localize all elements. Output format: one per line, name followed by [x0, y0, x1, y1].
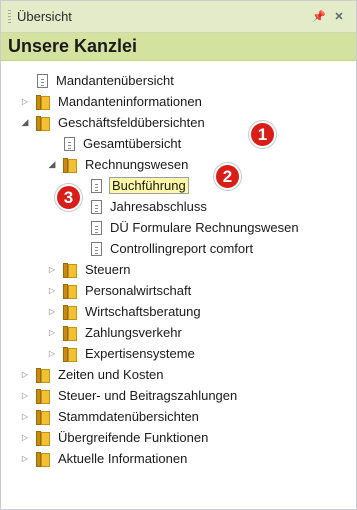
collapse-arrow-icon[interactable]: ◢: [46, 159, 58, 170]
tree-item-mandanteninformationen[interactable]: ▷ Mandanteninformationen: [19, 91, 202, 112]
document-icon: [91, 220, 102, 235]
tree-item-wirtschaftsberatung[interactable]: ▷ Wirtschaftsberatung: [46, 301, 201, 322]
tree-item-label: Gesamtübersicht: [83, 136, 182, 151]
tree-item-personalwirtschaft[interactable]: ▷ Personalwirtschaft: [46, 280, 191, 301]
expand-arrow-icon[interactable]: ▷: [19, 412, 31, 421]
tree-item-label: Zeiten und Kosten: [58, 367, 164, 382]
tree-item-label: Mandanteninformationen: [58, 94, 202, 109]
tree-item-label: Buchführung: [109, 177, 189, 194]
tree-item-label: Controllingreport comfort: [110, 241, 254, 256]
callout-badge-3: 3: [55, 184, 82, 211]
tree-item-label: Rechnungswesen: [85, 157, 189, 172]
folder-icon: [63, 283, 77, 299]
folder-icon: [63, 262, 77, 278]
document-icon: [64, 136, 75, 151]
panel-titlebar: Übersicht 📌 ✕: [1, 1, 356, 33]
tree-item-due-formulare[interactable]: DÜ Formulare Rechnungswesen: [73, 217, 299, 238]
tree-item-label: Aktuelle Informationen: [58, 451, 188, 466]
tree-item-buchfuehrung[interactable]: Buchführung: [73, 175, 189, 196]
tree-item-label: Zahlungsverkehr: [85, 325, 182, 340]
collapse-arrow-icon[interactable]: ◢: [19, 117, 31, 128]
expand-arrow-icon[interactable]: ▷: [46, 265, 58, 274]
folder-icon: [36, 115, 50, 131]
tree-item-expertisensysteme[interactable]: ▷ Expertisensysteme: [46, 343, 195, 364]
close-icon[interactable]: ✕: [330, 10, 348, 23]
tree-item-label: Steuern: [85, 262, 131, 277]
document-icon: [91, 178, 102, 193]
tree-item-label: Mandantenübersicht: [56, 73, 174, 88]
tree-item-mandantenuebersicht[interactable]: Mandantenübersicht: [19, 70, 174, 91]
expand-arrow-icon[interactable]: ▷: [19, 433, 31, 442]
tree-item-label: Expertisensysteme: [85, 346, 195, 361]
folder-icon: [63, 157, 77, 173]
tree-item-label: Übergreifende Funktionen: [58, 430, 209, 445]
tree-item-zeiten-und-kosten[interactable]: ▷ Zeiten und Kosten: [19, 364, 164, 385]
tree-item-aktuelle-informationen[interactable]: ▷ Aktuelle Informationen: [19, 448, 187, 469]
tree-item-label: Jahresabschluss: [110, 199, 207, 214]
folder-icon: [36, 430, 50, 446]
tree-item-label: Wirtschaftsberatung: [85, 304, 201, 319]
tree-item-label: DÜ Formulare Rechnungswesen: [110, 220, 299, 235]
panel-title: Übersicht: [17, 9, 72, 24]
overview-panel: Übersicht 📌 ✕ Unsere Kanzlei Mandantenüb…: [0, 0, 357, 510]
tree-item-stammdatenuebersichten[interactable]: ▷ Stammdatenübersichten: [19, 406, 199, 427]
folder-icon: [63, 346, 77, 362]
folder-icon: [36, 388, 50, 404]
document-icon: [91, 241, 102, 256]
expand-arrow-icon[interactable]: ▷: [46, 328, 58, 337]
expand-arrow-icon[interactable]: ▷: [46, 286, 58, 295]
folder-icon: [63, 325, 77, 341]
tree-item-label: Steuer- und Beitragszahlungen: [58, 388, 238, 403]
expand-arrow-icon[interactable]: ▷: [19, 97, 31, 106]
tree-item-jahresabschluss[interactable]: Jahresabschluss: [73, 196, 207, 217]
folder-icon: [36, 451, 50, 467]
document-icon: [91, 199, 102, 214]
grip-handle[interactable]: [8, 9, 11, 24]
tree-item-rechnungswesen[interactable]: ◢ Rechnungswesen: [46, 154, 188, 175]
document-icon: [37, 73, 48, 88]
tree-item-label: Stammdatenübersichten: [58, 409, 199, 424]
folder-icon: [36, 367, 50, 383]
expand-arrow-icon[interactable]: ▷: [19, 391, 31, 400]
tree-item-controllingreport[interactable]: Controllingreport comfort: [73, 238, 253, 259]
callout-badge-2: 2: [214, 163, 241, 190]
expand-arrow-icon[interactable]: ▷: [46, 349, 58, 358]
expand-arrow-icon[interactable]: ▷: [19, 454, 31, 463]
callout-badge-1: 1: [249, 121, 276, 148]
tree-item-uebergreifende-funktionen[interactable]: ▷ Übergreifende Funktionen: [19, 427, 208, 448]
folder-icon: [63, 304, 77, 320]
tree-item-label: Geschäftsfeldübersichten: [58, 115, 205, 130]
tree-item-steuer-und-beitragszahlungen[interactable]: ▷ Steuer- und Beitragszahlungen: [19, 385, 237, 406]
tree-item-geschaeftsfelduebersichten[interactable]: ◢ Geschäftsfeldübersichten: [19, 112, 205, 133]
tree-item-gesamtuebersicht[interactable]: Gesamtübersicht: [46, 133, 181, 154]
tree-item-steuern[interactable]: ▷ Steuern: [46, 259, 131, 280]
expand-arrow-icon[interactable]: ▷: [19, 370, 31, 379]
tree-item-label: Personalwirtschaft: [85, 283, 192, 298]
tree-item-zahlungsverkehr[interactable]: ▷ Zahlungsverkehr: [46, 322, 182, 343]
section-heading: Unsere Kanzlei: [1, 33, 356, 61]
folder-icon: [36, 94, 50, 110]
folder-icon: [36, 409, 50, 425]
pin-icon[interactable]: 📌: [310, 10, 328, 23]
expand-arrow-icon[interactable]: ▷: [46, 307, 58, 316]
